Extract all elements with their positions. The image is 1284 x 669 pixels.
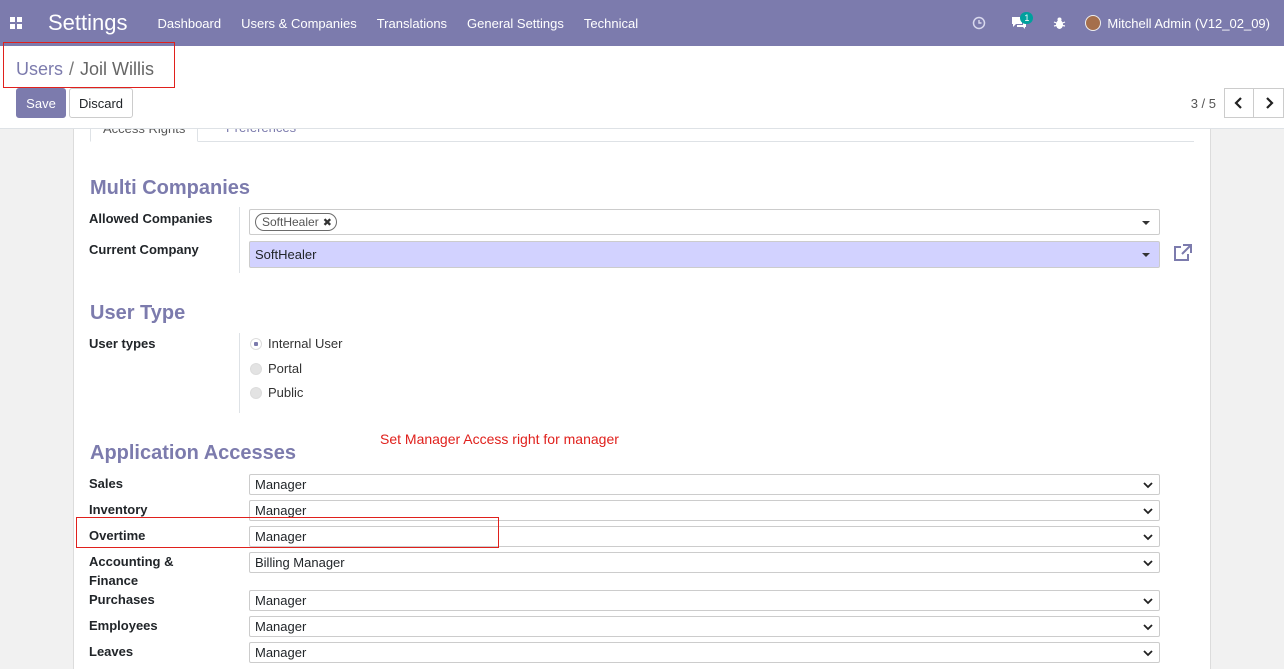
chevron-down-icon [1143, 650, 1153, 657]
company-tag-label: SoftHealer [262, 215, 319, 229]
select-leaves-value: Manager [255, 645, 307, 660]
top-navbar: Settings Dashboard Users & Companies Tra… [0, 0, 1284, 46]
select-leaves[interactable]: Manager [249, 642, 1160, 663]
tab-access-rights[interactable]: Access Rights [90, 129, 199, 142]
label-accounting-finance: Accounting & Finance [89, 554, 174, 588]
breadcrumb-highlight-box [3, 42, 175, 88]
overtime-highlight-box [76, 517, 499, 548]
label-leaves: Leaves [89, 644, 134, 659]
menu-dashboard[interactable]: Dashboard [148, 16, 232, 31]
control-panel: Users / Joil Willis Save Discard 3 / 5 [0, 42, 1284, 129]
select-sales-value: Manager [255, 477, 307, 492]
pager: 3 / 5 [1191, 88, 1284, 118]
main-menu: Dashboard Users & Companies Translations… [148, 16, 649, 31]
label-current-company: Current Company [89, 242, 199, 257]
messages-icon[interactable]: 1 [999, 0, 1039, 46]
radio-label-public: Public [268, 385, 304, 400]
label-purchases: Purchases [89, 592, 155, 607]
select-purchases[interactable]: Manager [249, 590, 1160, 611]
chevron-right-icon [1265, 97, 1274, 109]
pager-previous-button[interactable] [1224, 88, 1254, 118]
save-button[interactable]: Save [16, 88, 66, 118]
select-purchases-value: Manager [255, 593, 307, 608]
radio-unchecked-icon [250, 386, 262, 399]
menu-technical[interactable]: Technical [574, 16, 648, 31]
label-divider [239, 207, 240, 273]
debug-bug-icon[interactable] [1039, 0, 1079, 46]
remove-tag-icon[interactable]: ✖ [323, 216, 332, 229]
allowed-companies-field[interactable]: SoftHealer ✖ [249, 209, 1160, 235]
chevron-down-icon [1143, 482, 1153, 489]
pager-value: 3 / 5 [1190, 95, 1216, 111]
dropdown-caret-icon[interactable] [1142, 221, 1150, 225]
radio-unchecked-icon [250, 362, 262, 375]
chevron-down-icon [1143, 560, 1153, 567]
label-allowed-companies: Allowed Companies [89, 211, 213, 226]
select-employees[interactable]: Manager [249, 616, 1160, 637]
menu-users-companies[interactable]: Users & Companies [231, 16, 367, 31]
user-name: Mitchell Admin (V12_02_09) [1107, 15, 1270, 31]
menu-translations[interactable]: Translations [367, 16, 457, 31]
select-accounting-finance[interactable]: Billing Manager [249, 552, 1160, 573]
current-company-field[interactable]: SoftHealer [249, 241, 1160, 268]
select-employees-value: Manager [255, 619, 307, 634]
chevron-down-icon [1143, 598, 1153, 605]
chevron-down-icon [1143, 624, 1153, 631]
select-sales[interactable]: Manager [249, 474, 1160, 495]
systray: 1 Mitchell Admin (V12_02_09) [959, 0, 1284, 46]
messages-count-badge: 1 [1020, 12, 1034, 24]
current-company-value: SoftHealer [255, 247, 317, 262]
notebook-tabs: Access Rights Preferences [90, 129, 1194, 142]
section-title-multi-companies: Multi Companies [90, 177, 251, 199]
external-link-icon[interactable] [1172, 244, 1192, 265]
dropdown-caret-icon[interactable] [1142, 253, 1150, 257]
annotation-note: Set Manager Access right for manager [380, 431, 619, 447]
radio-checked-icon [250, 337, 262, 350]
avatar [1085, 15, 1102, 31]
company-tag: SoftHealer ✖ [255, 213, 337, 231]
radio-label-internal-user: Internal User [268, 336, 343, 351]
section-title-application-accesses: Application Accesses [90, 442, 297, 464]
label-divider [239, 333, 240, 413]
label-employees: Employees [89, 618, 158, 633]
app-title: Settings [48, 10, 128, 35]
chevron-down-icon [1143, 534, 1153, 541]
activity-clock-icon[interactable] [959, 0, 999, 46]
section-title-user-type: User Type [90, 302, 186, 324]
apps-menu-icon[interactable] [0, 0, 32, 46]
chevron-left-icon [1234, 97, 1242, 109]
radio-internal-user[interactable]: Internal User [250, 336, 342, 351]
form-sheet: Access Rights Preferences Multi Companie… [73, 129, 1211, 669]
tab-preferences[interactable]: Preferences [214, 129, 308, 142]
menu-general-settings[interactable]: General Settings [457, 16, 574, 31]
radio-label-portal: Portal [268, 361, 302, 376]
radio-portal[interactable]: Portal [250, 361, 302, 376]
select-accounting-finance-value: Billing Manager [255, 555, 345, 570]
label-sales: Sales [89, 476, 123, 491]
select-inventory-value: Manager [255, 503, 307, 518]
chevron-down-icon [1143, 508, 1153, 515]
label-user-types: User types [89, 336, 156, 351]
user-menu[interactable]: Mitchell Admin (V12_02_09) [1079, 15, 1284, 31]
discard-button[interactable]: Discard [69, 88, 133, 118]
pager-next-button[interactable] [1254, 88, 1284, 118]
radio-public[interactable]: Public [250, 385, 303, 400]
